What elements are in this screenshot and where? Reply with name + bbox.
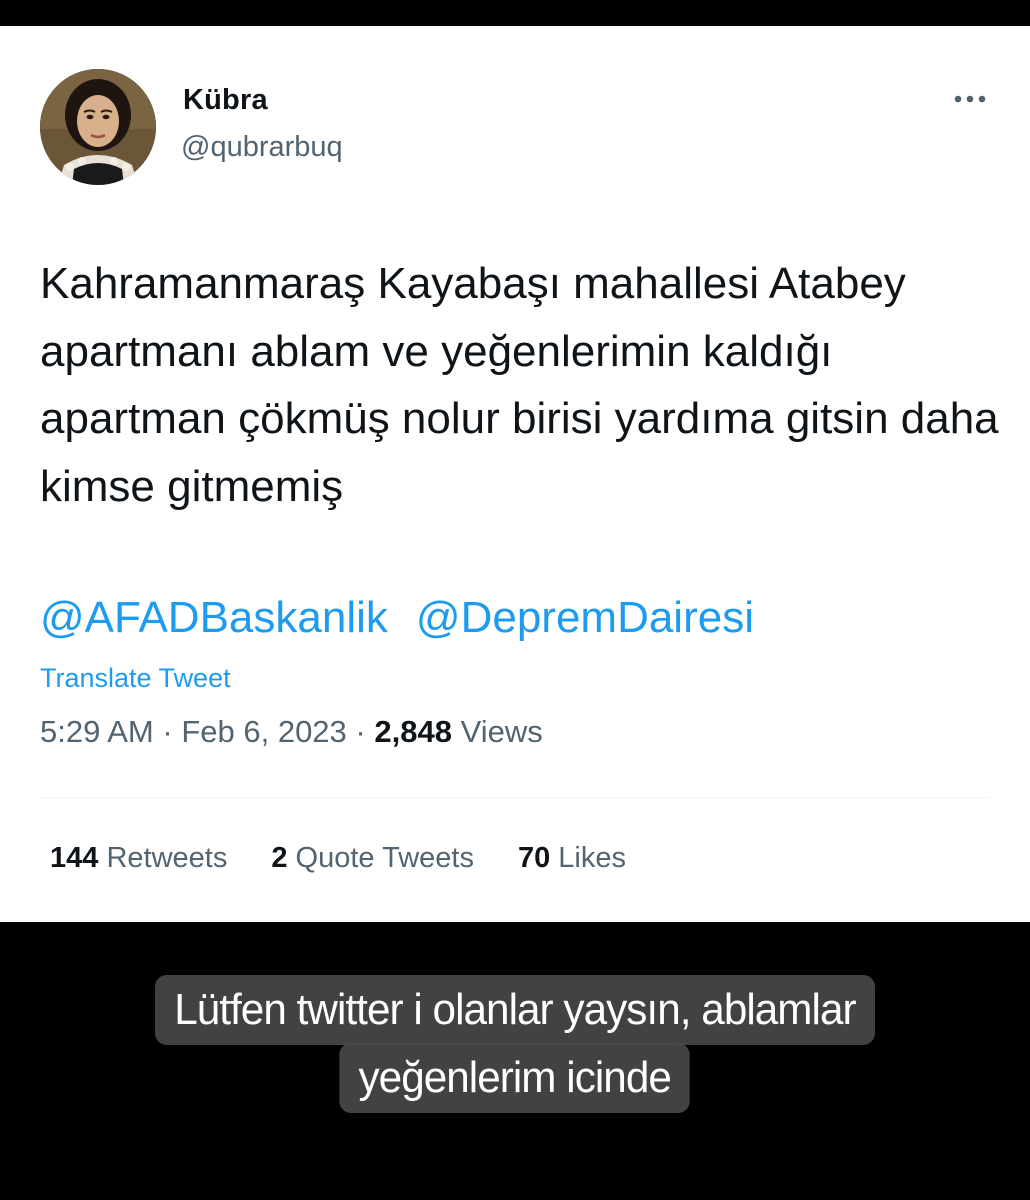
tweet-time[interactable]: 5:29 AM [40, 714, 154, 749]
tweet-date[interactable]: Feb 6, 2023 [181, 714, 346, 749]
caption-line-2: yeğenlerim icinde [339, 1043, 691, 1113]
tweet-card: Kübra @qubrarbuq Kahramanmaraş Kayabaşı … [0, 26, 1030, 922]
tweet-mentions: @AFADBaskanlik @DepremDairesi [40, 588, 754, 648]
separator: · [162, 714, 173, 749]
likes-count: 70 [517, 842, 551, 874]
quote-tweets-stat[interactable]: 2 Quote Tweets [271, 842, 474, 874]
likes-label: Likes [558, 842, 626, 874]
avatar-portrait [40, 69, 156, 185]
divider [40, 797, 990, 798]
retweets-stat[interactable]: 144 Retweets [50, 842, 227, 874]
quotes-label: Quote Tweets [295, 842, 474, 874]
tweet-stats: 144 Retweets 2 Quote Tweets 70 Likes [50, 842, 626, 875]
mention-deprem-dairesi[interactable]: @DepremDairesi [416, 593, 754, 642]
retweets-label: Retweets [106, 842, 228, 874]
views-label: Views [460, 714, 543, 749]
retweets-count: 144 [50, 842, 99, 874]
caption-line-1: Lütfen twitter i olanlar yaysın, ablamla… [155, 975, 875, 1045]
likes-stat[interactable]: 70 Likes [518, 842, 626, 874]
avatar[interactable] [40, 69, 156, 185]
mention-afad[interactable]: @AFADBaskanlik [40, 593, 388, 642]
story-caption: Lütfen twitter i olanlar yaysın, ablamla… [0, 975, 1030, 1113]
views-count: 2,848 [374, 714, 452, 749]
tweet-metadata: 5:29 AM · Feb 6, 2023 · 2,848 Views [40, 714, 543, 750]
quotes-count: 2 [271, 842, 288, 874]
separator: · [355, 714, 366, 749]
user-handle[interactable]: @qubrarbuq [181, 131, 343, 164]
tweet-text: Kahramanmaraş Kayabaşı mahallesi Atabey … [40, 259, 999, 511]
display-name[interactable]: Kübra [183, 84, 268, 117]
translate-tweet-link[interactable]: Translate Tweet [40, 663, 231, 694]
more-horizontal-icon[interactable] [948, 84, 992, 114]
